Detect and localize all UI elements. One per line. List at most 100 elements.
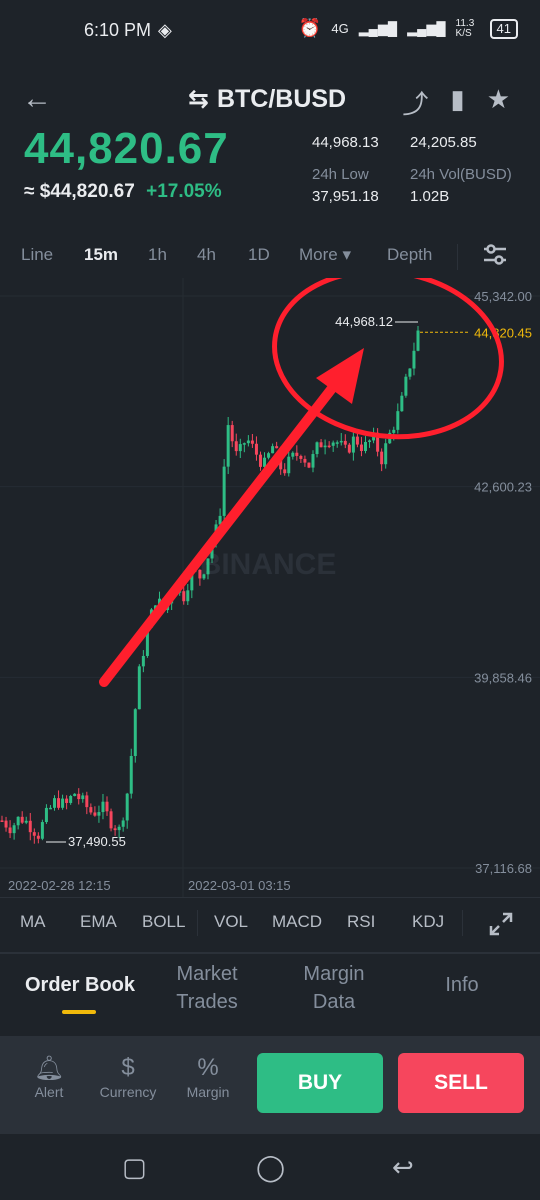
sell-button[interactable]: SELL: [398, 1053, 524, 1113]
currency-action[interactable]: $ Currency: [93, 1054, 163, 1100]
indicator-bar: MA EMA BOLL VOL MACD RSI KDJ: [0, 912, 540, 940]
change-percent: +17.05%: [146, 181, 222, 202]
y-tick-label: 37,116.68: [475, 861, 532, 876]
annotation-arrow-shaft: [99, 373, 345, 687]
candle-body: [105, 801, 109, 812]
tf-more[interactable]: More ▾: [299, 245, 351, 265]
candle-body: [125, 793, 129, 821]
percent-icon: %: [197, 1054, 219, 1081]
ind-rsi[interactable]: RSI: [347, 912, 375, 932]
ticker-stats: 44,968.13 24,205.85 24h Low 24h Vol(BUSD) …: [312, 134, 522, 210]
candle-body: [85, 795, 89, 808]
ind-macd[interactable]: MACD: [272, 912, 322, 932]
star-icon[interactable]: ★: [487, 84, 510, 121]
status-time: 6:10 PM: [84, 20, 152, 40]
chart-settings-icon[interactable]: [482, 243, 508, 267]
binance-watermark: BINANCE: [200, 548, 337, 581]
candle-body: [416, 330, 420, 351]
share-icon[interactable]: ⤴: [402, 84, 428, 121]
candle-body: [133, 709, 137, 756]
y-tick-label: 39,858.46: [474, 670, 532, 685]
tab-order-book[interactable]: Order Book: [20, 974, 140, 997]
candle-body: [57, 798, 61, 808]
section-divider: [0, 952, 540, 954]
candle-body: [28, 820, 32, 833]
candle-body: [137, 666, 141, 710]
candle-body: [339, 440, 343, 443]
alert-action[interactable]: 🔔︎ Alert: [14, 1054, 84, 1100]
candle-body: [319, 442, 323, 448]
candle-body: [263, 457, 267, 467]
tf-1h[interactable]: 1h: [148, 245, 167, 265]
layout-icon[interactable]: ▮: [450, 84, 464, 121]
candle-body: [20, 816, 24, 823]
candle-body: [121, 820, 125, 827]
ind-vol[interactable]: VOL: [214, 912, 248, 932]
candle-body: [69, 795, 73, 803]
candle-body: [198, 569, 202, 579]
candle-body: [307, 462, 311, 468]
tf-15m[interactable]: 15m: [84, 245, 118, 265]
tf-divider: [457, 244, 458, 270]
candle-body: [258, 454, 262, 467]
buy-button[interactable]: BUY: [257, 1053, 383, 1113]
candle-body: [48, 807, 52, 810]
low-marker-label: 37,490.55: [68, 834, 126, 849]
dollar-icon: $: [121, 1054, 135, 1081]
candle-body: [246, 440, 250, 444]
x-tick-label: 2022-03-01 03:15: [188, 878, 291, 893]
network-label: 4G: [331, 21, 349, 36]
tab-info[interactable]: Info: [430, 974, 494, 997]
candlestick-chart[interactable]: BINANCE 45,342.00 42,600.23 39,858.46 37,11…: [0, 278, 540, 898]
candle-body: [242, 443, 246, 445]
back-arrow-icon[interactable]: ←: [22, 82, 52, 116]
candle-body: [65, 798, 69, 803]
tab-market-trades[interactable]: Market Trades: [168, 960, 246, 1016]
vol-btc-value: 24,205.85: [410, 134, 477, 151]
margin-action[interactable]: % Margin: [173, 1054, 243, 1100]
pair-selector[interactable]: ⇆ BTC/BUSD: [188, 84, 346, 114]
ind-ma[interactable]: MA: [20, 912, 46, 932]
candle-body: [283, 469, 287, 474]
ind-ema[interactable]: EMA: [80, 912, 117, 932]
tab-margin-data[interactable]: Margin Data: [296, 960, 372, 1016]
candle-body: [275, 446, 279, 449]
tf-line[interactable]: Line: [21, 245, 53, 265]
status-icons: ⏰ 4G ▂▄▆█ ▂▄▆█ 11.3 K/S 41: [299, 18, 518, 39]
candle-body: [113, 828, 117, 831]
candle-body: [24, 820, 28, 823]
candle-body: [412, 350, 416, 369]
vol-busd-label: 24h Vol(BUSD): [410, 166, 512, 183]
low-label: 24h Low: [312, 166, 369, 183]
candle-body: [109, 811, 113, 829]
action-bar: 🔔︎ Alert $ Currency % Margin BUY SELL: [0, 1036, 540, 1134]
recents-icon[interactable]: ▢: [122, 1152, 147, 1183]
candle-body: [222, 466, 226, 516]
tf-depth[interactable]: Depth: [387, 245, 432, 265]
home-icon[interactable]: ◯: [256, 1152, 285, 1183]
vol-busd-value: 1.02B: [410, 188, 450, 205]
candle-body: [323, 445, 327, 448]
candle-body: [234, 441, 238, 452]
candle-body: [238, 444, 242, 452]
fullscreen-icon[interactable]: [488, 911, 514, 937]
tf-1d[interactable]: 1D: [248, 245, 270, 265]
candle-body: [380, 451, 384, 465]
alarm-icon: ⏰: [298, 18, 322, 38]
bell-icon: 🔔︎: [33, 1055, 65, 1082]
tf-4h[interactable]: 4h: [197, 245, 216, 265]
signal-icon: ▂▄▆█: [358, 20, 398, 36]
candle-body: [359, 444, 363, 452]
candle-body: [404, 376, 408, 396]
back-nav-icon[interactable]: ↩: [392, 1152, 414, 1183]
candle-body: [267, 453, 271, 458]
candle-body: [384, 443, 388, 465]
ind-kdj[interactable]: KDJ: [412, 912, 444, 932]
pair-title: BTC/BUSD: [216, 85, 347, 113]
candle-body: [186, 590, 190, 602]
candle-body: [368, 440, 372, 442]
candle-body: [230, 425, 234, 442]
system-nav-bar: ▢ ◯ ↩: [0, 1134, 540, 1200]
ind-boll[interactable]: BOLL: [142, 912, 185, 932]
candle-body: [73, 793, 77, 796]
